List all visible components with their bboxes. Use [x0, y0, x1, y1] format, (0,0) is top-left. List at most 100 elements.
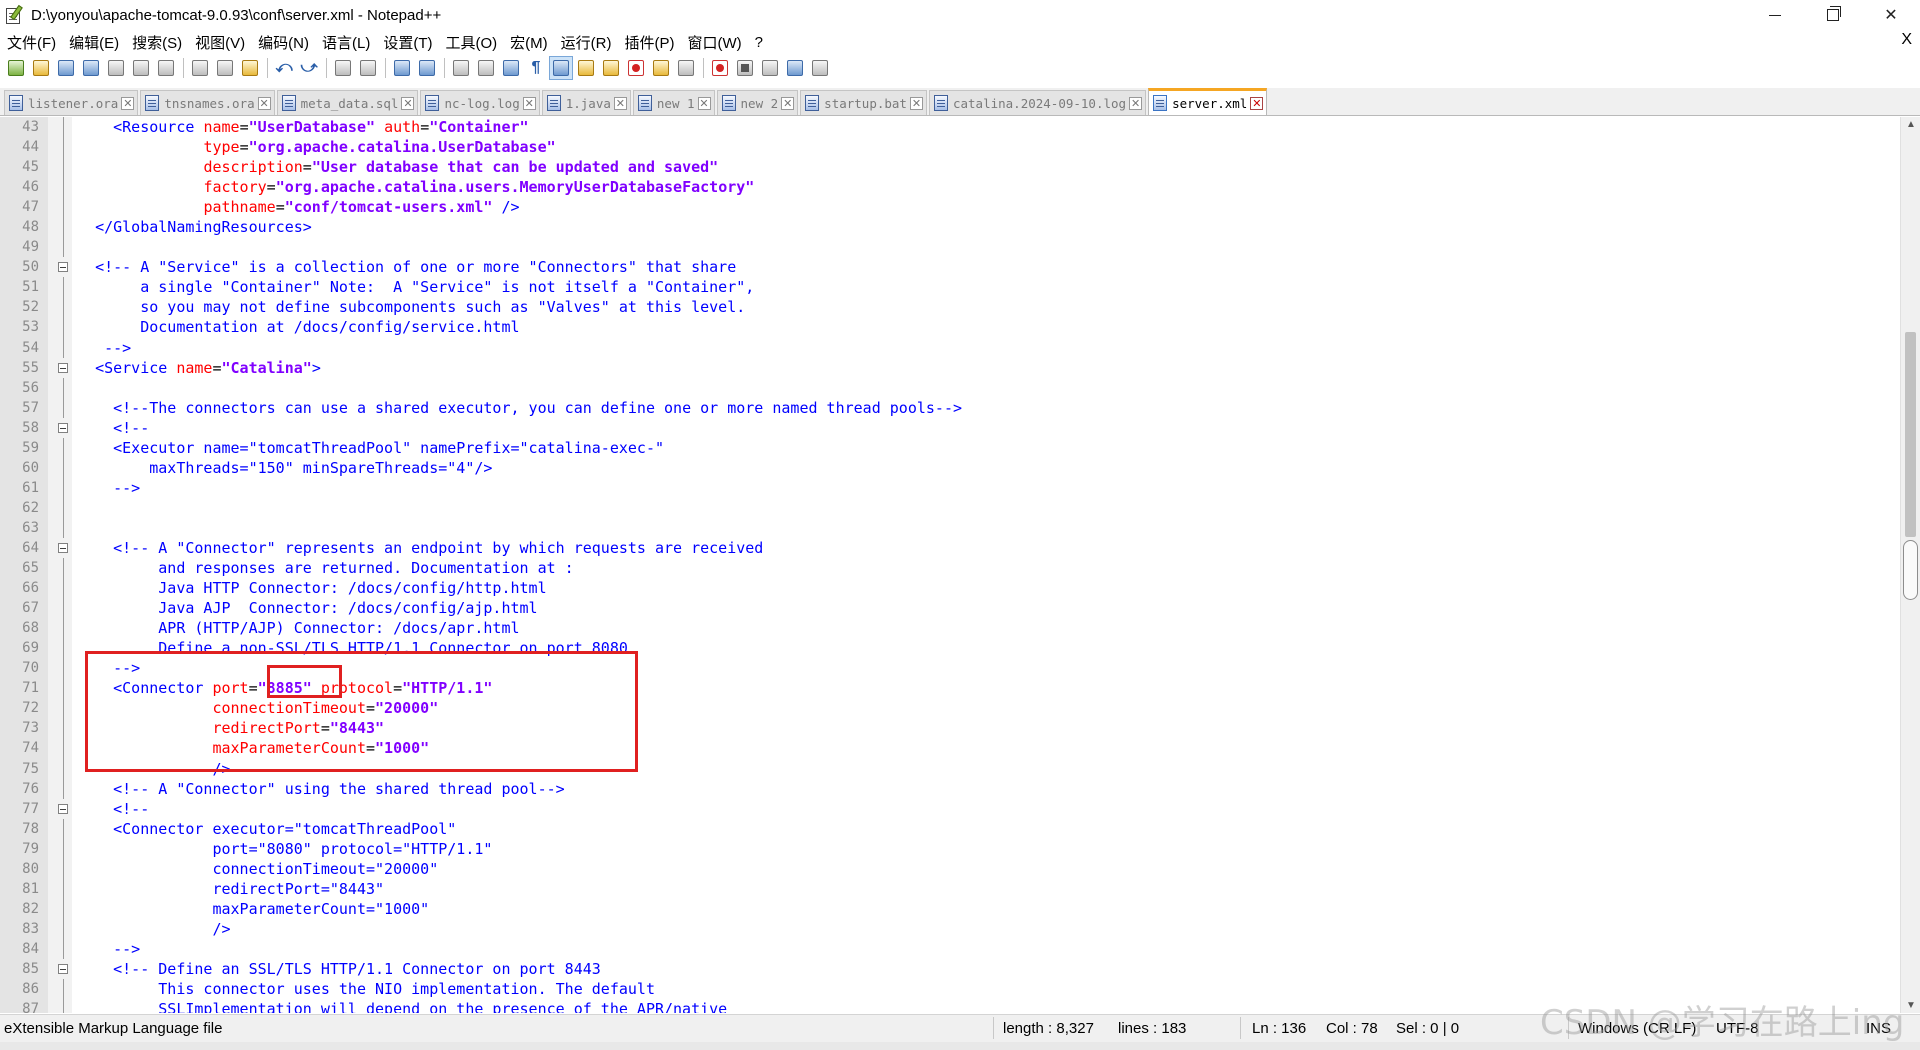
- code-editor[interactable]: 43 <Resource name="UserDatabase" auth="C…: [0, 117, 1920, 1013]
- save-button[interactable]: [54, 56, 78, 80]
- menu-encoding[interactable]: 编码(N): [251, 32, 315, 53]
- user-language-button[interactable]: [574, 56, 598, 80]
- code-line[interactable]: 53 Documentation at /docs/config/service…: [0, 317, 1900, 338]
- code-line[interactable]: 44 type="org.apache.catalina.UserDatabas…: [0, 137, 1900, 158]
- play-macro-button[interactable]: [758, 56, 782, 80]
- tab-close-icon[interactable]: ✕: [522, 96, 536, 110]
- find-button[interactable]: [331, 56, 355, 80]
- tab-new-1[interactable]: new 1 ✕: [632, 90, 715, 115]
- word-wrap-button[interactable]: [499, 56, 523, 80]
- indent-guide-button[interactable]: [549, 56, 573, 80]
- code-line[interactable]: 55 <Service name="Catalina">: [0, 358, 1900, 378]
- tab-new-2[interactable]: new 2 ✕: [716, 90, 799, 115]
- menu-search[interactable]: 搜索(S): [125, 32, 188, 53]
- fold-minus-icon[interactable]: [58, 362, 68, 373]
- tab-close-icon[interactable]: ✕: [121, 96, 135, 110]
- menu-help[interactable]: ?: [748, 34, 769, 51]
- close-file-button[interactable]: [104, 56, 128, 80]
- menu-window[interactable]: 窗口(W): [680, 32, 747, 53]
- tab-tnsnames-ora[interactable]: tnsnames.ora ✕: [140, 90, 275, 115]
- scroll-up-arrow-icon[interactable]: ▲: [1906, 119, 1916, 130]
- redo-button[interactable]: ⤻: [297, 56, 321, 80]
- doc-map-button[interactable]: [599, 56, 623, 80]
- tab-close-icon[interactable]: ✕: [257, 96, 271, 110]
- menu-plugins[interactable]: 插件(P): [617, 32, 680, 53]
- scroll-handle[interactable]: [1903, 540, 1918, 600]
- save-macro-button[interactable]: [808, 56, 832, 80]
- menu-edit[interactable]: 编辑(E): [62, 32, 125, 53]
- code-line[interactable]: 49: [0, 237, 1900, 258]
- menu-language[interactable]: 语言(L): [315, 32, 376, 53]
- code-line[interactable]: 76 <!-- A "Connector" using the shared t…: [0, 778, 1900, 799]
- menu-run[interactable]: 运行(R): [554, 32, 618, 53]
- new-file-button[interactable]: [4, 56, 28, 80]
- code-line[interactable]: 81 redirectPort="8443": [0, 878, 1900, 899]
- tab-nc-log[interactable]: nc-log.log ✕: [420, 90, 540, 115]
- sync-vertical-button[interactable]: [449, 56, 473, 80]
- close-document-button[interactable]: X: [1901, 31, 1912, 49]
- copy-button[interactable]: [213, 56, 237, 80]
- code-line[interactable]: 80 connectionTimeout="20000": [0, 858, 1900, 879]
- record-macro-button[interactable]: [708, 56, 732, 80]
- zoom-in-button[interactable]: [390, 56, 414, 80]
- tab-close-icon[interactable]: ✕: [401, 96, 415, 110]
- code-line[interactable]: 79 port="8080" protocol="HTTP/1.1": [0, 838, 1900, 859]
- minimize-button[interactable]: [1746, 0, 1804, 30]
- code-line[interactable]: 57 <!--The connectors can use a shared e…: [0, 397, 1900, 418]
- restore-button[interactable]: [1804, 0, 1862, 30]
- code-line[interactable]: 67 Java AJP Connector: /docs/config/ajp.…: [0, 598, 1900, 619]
- code-line[interactable]: 50 <!-- A "Service" is a collection of o…: [0, 257, 1900, 277]
- menu-view[interactable]: 视图(V): [188, 32, 251, 53]
- fold-minus-icon[interactable]: [58, 963, 68, 974]
- show-all-chars-button[interactable]: ¶: [524, 56, 548, 80]
- code-line[interactable]: 78 <Connector executor="tomcatThreadPool…: [0, 818, 1900, 839]
- tab-meta-data-sql[interactable]: meta_data.sql ✕: [276, 90, 419, 115]
- save-all-button[interactable]: [79, 56, 103, 80]
- sync-horizontal-button[interactable]: [474, 56, 498, 80]
- folder-workspace-button[interactable]: [649, 56, 673, 80]
- code-line[interactable]: 63: [0, 517, 1900, 538]
- tab-catalina-log[interactable]: catalina.2024-09-10.log ✕: [928, 90, 1147, 115]
- code-line[interactable]: 51 a single "Container" Note: A "Service…: [0, 277, 1900, 298]
- code-line[interactable]: 82 maxParameterCount="1000": [0, 898, 1900, 919]
- stop-macro-button[interactable]: [733, 56, 757, 80]
- code-line[interactable]: 77 <!--: [0, 799, 1900, 819]
- print-button[interactable]: [154, 56, 178, 80]
- scrollbar-thumb[interactable]: [1905, 332, 1916, 537]
- fold-minus-icon[interactable]: [58, 422, 68, 433]
- code-line[interactable]: 62: [0, 497, 1900, 518]
- code-line[interactable]: 52 so you may not define subcomponents s…: [0, 297, 1900, 318]
- code-line[interactable]: 60 maxThreads="150" minSpareThreads="4"/…: [0, 457, 1900, 478]
- monitoring-button[interactable]: [674, 56, 698, 80]
- code-line[interactable]: 43 <Resource name="UserDatabase" auth="C…: [0, 117, 1900, 138]
- code-line[interactable]: 65 and responses are returned. Documenta…: [0, 558, 1900, 579]
- fold-minus-icon[interactable]: [58, 262, 68, 273]
- code-line[interactable]: 48 </GlobalNamingResources>: [0, 217, 1900, 238]
- code-line[interactable]: 54 -->: [0, 337, 1900, 358]
- menu-macro[interactable]: 宏(M): [503, 32, 554, 53]
- tab-close-icon[interactable]: ✕: [613, 96, 627, 110]
- open-file-button[interactable]: [29, 56, 53, 80]
- code-line[interactable]: 84 -->: [0, 938, 1900, 959]
- menu-tools[interactable]: 工具(O): [438, 32, 503, 53]
- code-line[interactable]: 64 <!-- A "Connector" represents an endp…: [0, 538, 1900, 558]
- code-line[interactable]: 61 -->: [0, 477, 1900, 498]
- zoom-out-button[interactable]: [415, 56, 439, 80]
- code-line[interactable]: 66 Java HTTP Connector: /docs/config/htt…: [0, 578, 1900, 599]
- tab-startup-bat[interactable]: startup.bat ✕: [800, 90, 927, 115]
- run-macro-multiple-button[interactable]: [783, 56, 807, 80]
- replace-button[interactable]: [356, 56, 380, 80]
- code-lines[interactable]: 43 <Resource name="UserDatabase" auth="C…: [0, 117, 1900, 1013]
- tab-server-xml[interactable]: server.xml ✕: [1148, 88, 1268, 115]
- code-line[interactable]: 56: [0, 377, 1900, 398]
- cut-button[interactable]: [188, 56, 212, 80]
- undo-button[interactable]: ⤺: [272, 56, 296, 80]
- paste-button[interactable]: [238, 56, 262, 80]
- close-all-button[interactable]: [129, 56, 153, 80]
- code-line[interactable]: 68 APR (HTTP/AJP) Connector: /docs/apr.h…: [0, 618, 1900, 639]
- code-line[interactable]: 47 pathname="conf/tomcat-users.xml" />: [0, 197, 1900, 218]
- tab-close-icon[interactable]: ✕: [1250, 96, 1264, 110]
- code-line[interactable]: 46 factory="org.apache.catalina.users.Me…: [0, 177, 1900, 198]
- fold-minus-icon[interactable]: [58, 803, 68, 814]
- vertical-scrollbar[interactable]: ▲ ▼: [1900, 117, 1920, 1013]
